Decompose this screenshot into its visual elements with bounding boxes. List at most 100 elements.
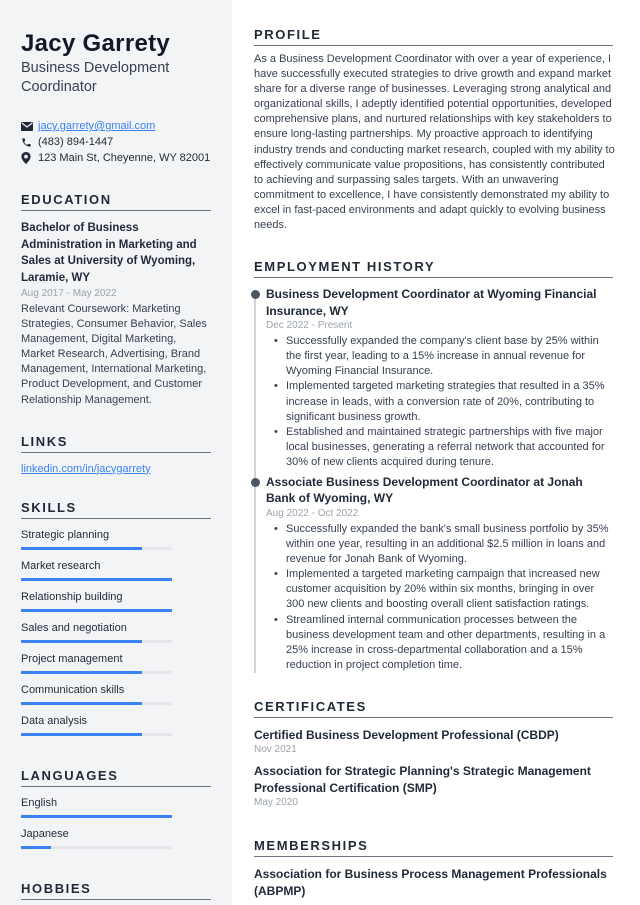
language-label: Japanese xyxy=(21,827,69,840)
languages-section: LANGUAGES English Japanese xyxy=(21,768,211,849)
certificate-item: Association for Strategic Planning's Str… xyxy=(254,763,613,809)
education-section: EDUCATION Bachelor of Business Administr… xyxy=(21,192,211,408)
contact-phone: (483) 894-1447 xyxy=(21,134,211,150)
skill-level-track xyxy=(21,546,172,550)
education-dates: Aug 2017 - May 2022 xyxy=(21,288,117,299)
certificate-name: Certified Business Development Professio… xyxy=(254,727,559,742)
job-entry-title: Business Development Coordinator at Wyom… xyxy=(266,287,597,318)
certificate-name: Association for Strategic Planning's Str… xyxy=(254,764,591,795)
employment-timeline: Business Development Coordinator at Wyom… xyxy=(251,286,613,673)
job-entry-dates: Aug 2022 - Oct 2022 xyxy=(266,507,359,519)
skill-level-fill xyxy=(21,639,142,643)
skill-label: Market research xyxy=(21,559,101,572)
links-section: LINKS linkedin.com/in/jacygarrety xyxy=(21,434,211,475)
job-entry-dates: Dec 2022 - Present xyxy=(266,320,353,332)
skill-level-track xyxy=(21,608,172,612)
address-text: 123 Main St, Cheyenne, WY 82001 xyxy=(38,152,211,164)
phone-text: (483) 894-1447 xyxy=(38,136,114,148)
contact-address: 123 Main St, Cheyenne, WY 82001 xyxy=(21,150,211,166)
skills-heading: SKILLS xyxy=(21,500,211,519)
education-description: Relevant Coursework: Marketing Strategie… xyxy=(21,303,207,406)
memberships-list: Association for Business Process Managem… xyxy=(254,866,613,899)
envelope-icon xyxy=(21,120,38,132)
skill-level-fill xyxy=(21,670,142,674)
skill-level-fill xyxy=(21,732,142,736)
skill-level-track xyxy=(21,577,172,581)
skill-item: Relationship building xyxy=(21,590,211,612)
membership-item: Association for Business Process Managem… xyxy=(254,867,607,898)
sidebar: Jacy Garrety Business Development Coordi… xyxy=(0,0,232,905)
language-item: English xyxy=(21,796,211,818)
name-heading: Jacy Garrety xyxy=(21,30,171,57)
skill-label: Relationship building xyxy=(21,590,123,603)
skill-level-fill xyxy=(21,608,172,612)
linkedin-link[interactable]: linkedin.com/in/jacygarrety xyxy=(21,463,211,475)
skill-label: Sales and negotiation xyxy=(21,621,127,634)
profile-heading: PROFILE xyxy=(254,27,613,46)
timeline-dot-icon xyxy=(251,290,260,300)
language-level-track xyxy=(21,814,172,818)
skill-item: Sales and negotiation xyxy=(21,621,211,643)
job-bullet: Successfully expanded the bank's small b… xyxy=(274,522,613,567)
skill-level-fill xyxy=(21,701,142,705)
job-bullet: Streamlined internal communication proce… xyxy=(274,613,613,673)
hobbies-heading: HOBBIES xyxy=(21,881,211,900)
education-heading: EDUCATION xyxy=(21,192,211,211)
certificates-list: Certified Business Development Professio… xyxy=(254,727,613,810)
certificate-item: Certified Business Development Professio… xyxy=(254,727,613,757)
hobbies-section: HOBBIES xyxy=(21,881,211,900)
skill-level-track xyxy=(21,670,172,674)
memberships-section: MEMBERSHIPS Association for Business Pro… xyxy=(254,838,613,899)
skill-level-track xyxy=(21,732,172,736)
language-label: English xyxy=(21,796,58,809)
timeline-dot-icon xyxy=(251,477,260,487)
map-pin-icon xyxy=(21,152,38,164)
languages-heading: LANGUAGES xyxy=(21,768,211,787)
profile-text: As a Business Development Coordinator wi… xyxy=(254,53,615,232)
job-entry-title: Associate Business Development Coordinat… xyxy=(266,474,583,506)
skill-level-fill xyxy=(21,546,142,550)
skill-item: Data analysis xyxy=(21,714,211,736)
skill-label: Data analysis xyxy=(21,714,88,727)
skill-label: Strategic planning xyxy=(21,528,110,541)
languages-list: English Japanese xyxy=(21,796,211,849)
job-bullet-list: Successfully expanded the company's clie… xyxy=(266,334,613,470)
main-content: PROFILE As a Business Development Coordi… xyxy=(232,0,640,905)
skill-item: Communication skills xyxy=(21,683,211,705)
skills-section: SKILLS Strategic planning Market research… xyxy=(21,500,211,736)
job-bullet: Successfully expanded the company's clie… xyxy=(274,334,613,379)
job-bullet-list: Successfully expanded the bank's small b… xyxy=(266,522,613,673)
language-level-fill xyxy=(21,845,52,849)
skills-list: Strategic planning Market research Relatio… xyxy=(21,528,211,736)
job-entry: Associate Business Development Coordinat… xyxy=(251,474,613,673)
skill-level-track xyxy=(21,639,172,643)
language-level-fill xyxy=(21,814,172,818)
employment-heading: EMPLOYMENT HISTORY xyxy=(254,259,613,279)
education-degree: Bachelor of Business Administration in M… xyxy=(21,222,197,284)
memberships-heading: MEMBERSHIPS xyxy=(254,838,613,858)
certificates-section: CERTIFICATES Certified Business Developm… xyxy=(254,699,613,810)
skill-level-track xyxy=(21,701,172,705)
skill-item: Market research xyxy=(21,559,211,581)
employment-section: EMPLOYMENT HISTORY Business Development … xyxy=(251,259,613,673)
skill-level-fill xyxy=(21,577,172,581)
profile-section: PROFILE As a Business Development Coordi… xyxy=(254,27,615,233)
contact-list: jacy.garrety@gmail.com (483) 894-1447 12… xyxy=(21,118,211,166)
skill-label: Project management xyxy=(21,652,123,665)
links-heading: LINKS xyxy=(21,434,211,453)
job-title: Business Development Coordinator xyxy=(21,60,170,95)
job-bullet: Implemented targeted marketing strategie… xyxy=(274,379,613,424)
contact-email: jacy.garrety@gmail.com xyxy=(21,118,211,134)
job-bullet: Implemented a targeted marketing campaig… xyxy=(274,567,613,612)
language-level-track xyxy=(21,845,172,849)
language-item: Japanese xyxy=(21,827,211,849)
job-entry: Business Development Coordinator at Wyom… xyxy=(251,286,613,470)
skill-item: Project management xyxy=(21,652,211,674)
certificates-heading: CERTIFICATES xyxy=(254,699,613,718)
certificate-date: Nov 2021 xyxy=(254,744,297,756)
phone-icon xyxy=(21,136,38,148)
email-link[interactable]: jacy.garrety@gmail.com xyxy=(38,120,155,132)
skill-item: Strategic planning xyxy=(21,528,211,550)
job-bullet: Established and maintained strategic par… xyxy=(274,425,613,470)
skill-label: Communication skills xyxy=(21,683,125,696)
